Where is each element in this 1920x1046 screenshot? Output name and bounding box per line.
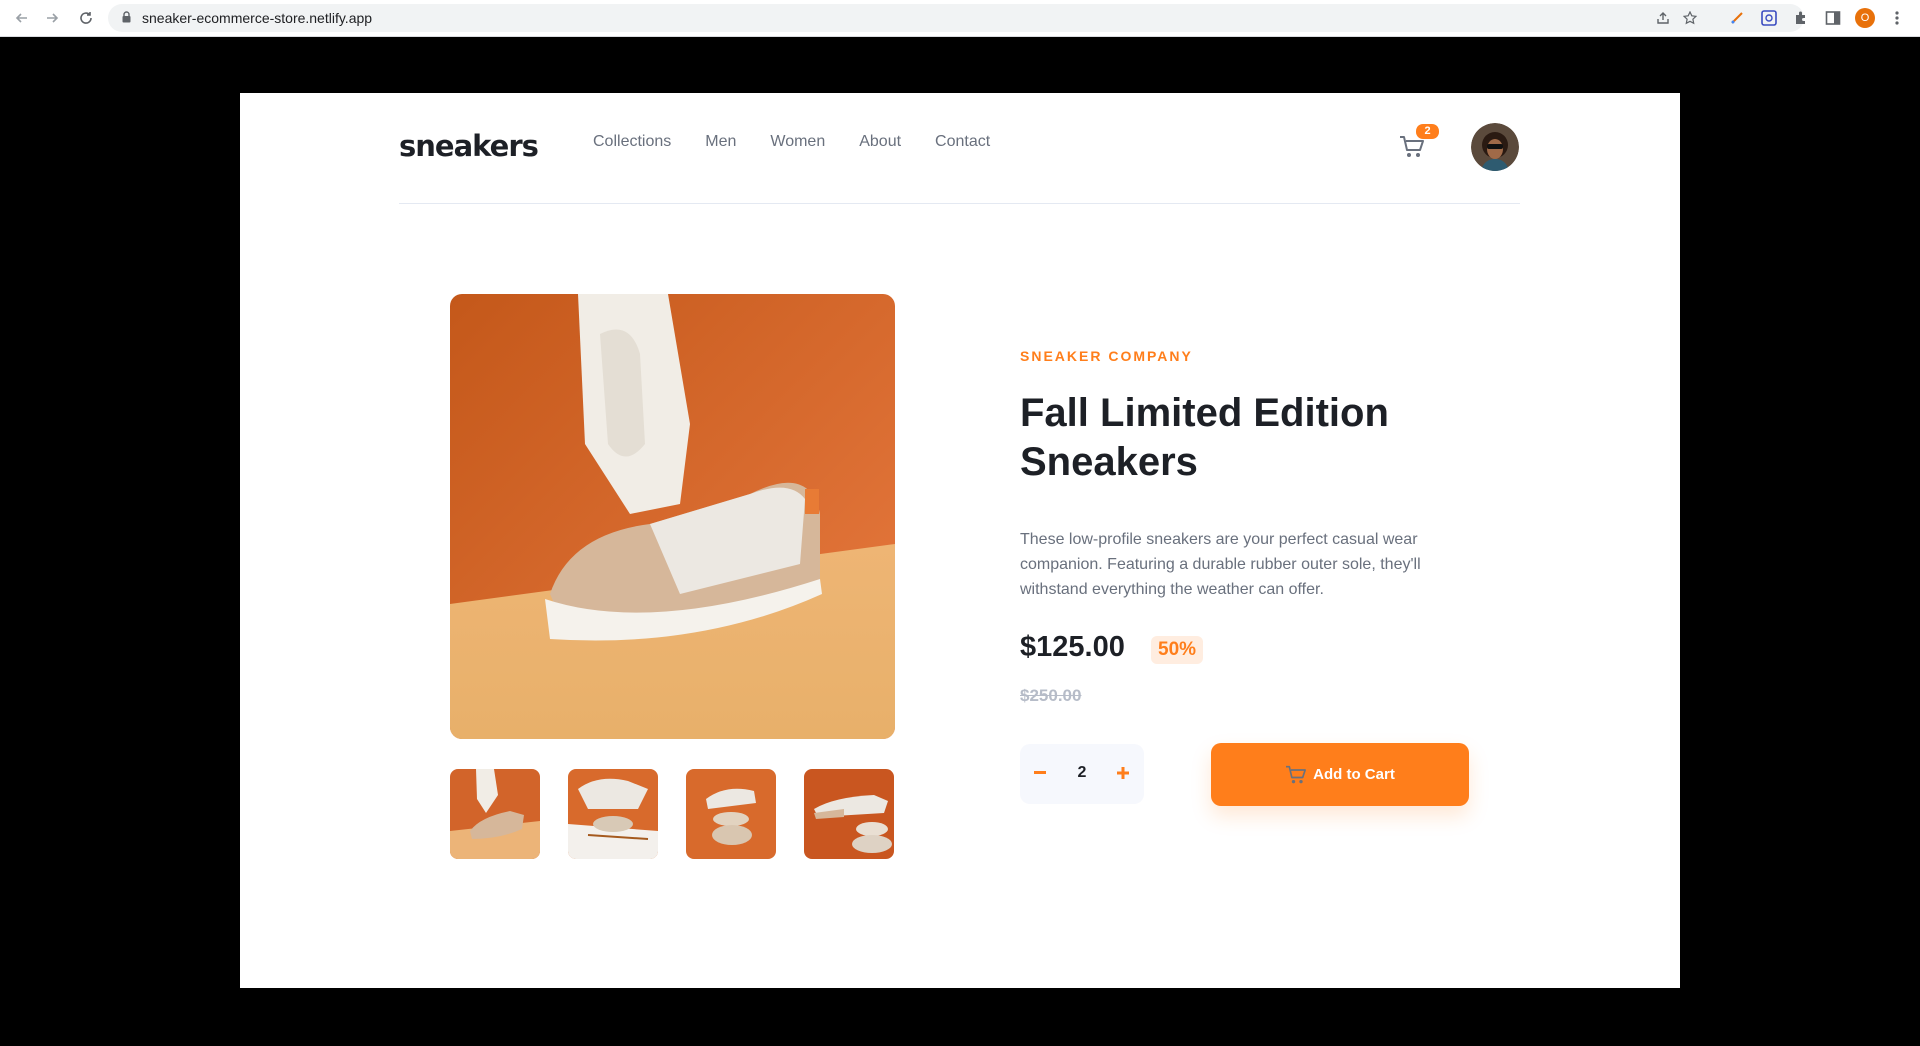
avatar[interactable] (1471, 123, 1519, 171)
product-description: These low-profile sneakers are your perf… (1020, 531, 1421, 598)
sidebar-icon[interactable] (1824, 9, 1842, 27)
forward-arrow-icon[interactable] (42, 8, 62, 28)
profile-avatar[interactable]: O (1855, 8, 1875, 28)
star-icon[interactable] (1682, 10, 1698, 26)
nav-men[interactable]: Men (705, 133, 736, 151)
thumbnail-4[interactable] (804, 769, 894, 859)
back-arrow-icon[interactable] (12, 8, 32, 28)
reload-icon[interactable] (76, 8, 96, 28)
extension-icon[interactable] (1728, 9, 1746, 27)
thumbnail-2[interactable] (568, 769, 658, 859)
product-title: Fall Limited Edition Sneakers (1020, 391, 1389, 484)
add-to-cart-button[interactable]: Add to Cart (1211, 743, 1469, 806)
url-text: sneaker-ecommerce-store.netlify.app (142, 10, 373, 26)
product-main-image[interactable] (450, 294, 895, 739)
puzzle-icon[interactable] (1792, 9, 1810, 27)
thumbnail-1[interactable] (450, 769, 540, 859)
lock-icon (122, 11, 131, 23)
company-name: SNEAKER COMPANY (1020, 348, 1193, 364)
nav-women[interactable]: Women (770, 133, 825, 151)
store-page: sneakers Collections Men Women About Con… (240, 93, 1680, 988)
site-logo[interactable]: sneakers (399, 129, 539, 163)
menu-dots-icon[interactable] (1888, 9, 1906, 27)
thumbnail-3[interactable] (686, 769, 776, 859)
cart-count-badge: 2 (1416, 124, 1439, 139)
nav-contact[interactable]: Contact (935, 133, 990, 151)
quantity-stepper: 2 (1020, 744, 1144, 804)
address-bar[interactable]: sneaker-ecommerce-store.netlify.app (108, 4, 1804, 32)
share-icon[interactable] (1655, 10, 1671, 26)
browser-toolbar: sneaker-ecommerce-store.netlify.app O (0, 0, 1920, 37)
nav-collections[interactable]: Collections (593, 133, 671, 151)
site-header: sneakers Collections Men Women About Con… (399, 93, 1520, 204)
discount-badge: 50% (1151, 636, 1204, 664)
plus-icon[interactable] (1108, 758, 1138, 788)
cart-icon (1286, 765, 1307, 783)
nav-about[interactable]: About (859, 133, 901, 151)
original-price: $250.00 (1020, 686, 1082, 705)
extension-icon[interactable] (1760, 9, 1778, 27)
add-to-cart-label: Add to Cart (1313, 766, 1395, 783)
current-price: $125.00 (1020, 631, 1125, 663)
main-nav: Collections Men Women About Contact (593, 133, 1024, 151)
